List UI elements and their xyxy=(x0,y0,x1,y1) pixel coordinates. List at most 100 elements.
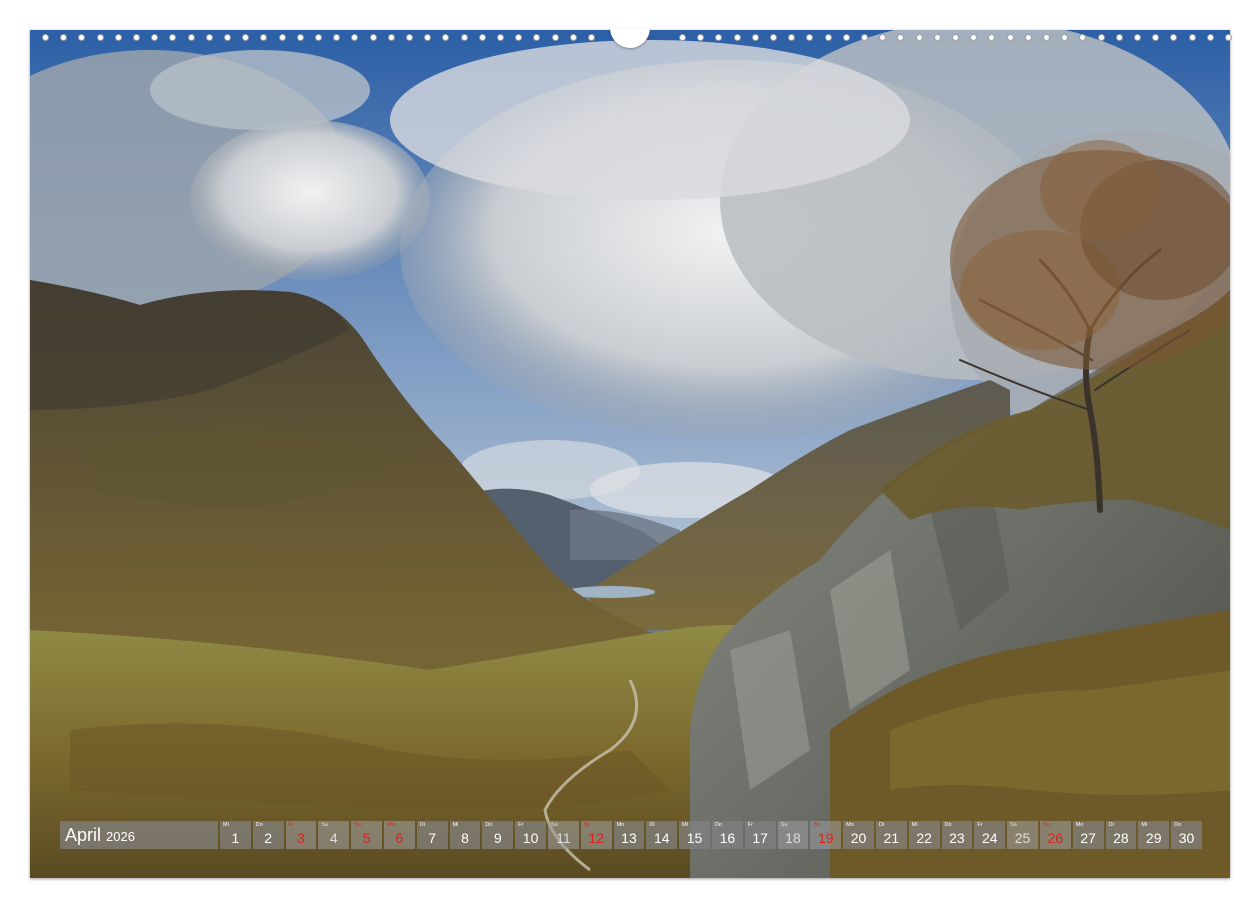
binding-hole xyxy=(569,34,577,41)
day-cell: So 19 xyxy=(810,821,842,849)
binding-hole xyxy=(897,34,905,41)
day-cell: Mo 20 xyxy=(843,821,874,849)
weekday-abbrev: Di xyxy=(419,822,425,828)
binding-hole xyxy=(114,34,122,41)
day-cell: Do 16 xyxy=(711,821,743,849)
binding-hole xyxy=(1188,34,1196,41)
binding-hole xyxy=(169,34,177,41)
weekday-abbrev: Mi xyxy=(223,822,229,828)
day-number: 24 xyxy=(981,830,998,846)
day-number: 1 xyxy=(231,830,240,846)
day-number: 17 xyxy=(752,830,768,846)
binding-hole xyxy=(1061,34,1069,41)
day-number: 27 xyxy=(1080,830,1096,846)
binding-hole xyxy=(806,34,814,41)
binding-hole xyxy=(1134,34,1141,41)
day-number: 30 xyxy=(1178,830,1195,846)
weekday-abbrev: Mi xyxy=(911,822,918,828)
day-number: 18 xyxy=(785,830,801,846)
day-number: 23 xyxy=(949,830,965,846)
binding-hole xyxy=(1152,34,1160,41)
day-cell: So 12 xyxy=(580,821,612,849)
day-cell: Di 14 xyxy=(646,821,678,849)
binding-hole xyxy=(1206,34,1214,41)
binding-hole xyxy=(861,34,868,41)
binding-hole xyxy=(442,34,450,41)
binding-hole xyxy=(133,34,140,41)
landscape-photo xyxy=(30,30,1230,878)
binding-hole xyxy=(1097,34,1105,41)
day-cell: Mo 27 xyxy=(1072,821,1104,849)
day-number: 4 xyxy=(329,830,338,846)
day-cell: Sa 4 xyxy=(318,821,350,849)
binding-hole xyxy=(42,34,49,41)
binding-hole xyxy=(296,34,304,41)
weekday-abbrev: Mo xyxy=(846,822,854,828)
binding-hole xyxy=(1115,34,1123,41)
day-cell: Sa 18 xyxy=(777,821,809,849)
day-cell: So 26 xyxy=(1039,821,1071,849)
binding-hole xyxy=(242,34,250,41)
day-number: 22 xyxy=(916,830,932,846)
day-number: 20 xyxy=(850,830,867,846)
binding-hole xyxy=(751,34,759,41)
day-cell: Fr 10 xyxy=(515,821,546,849)
day-cell: Do 23 xyxy=(941,821,973,849)
binding-hole xyxy=(788,34,796,41)
day-number: 19 xyxy=(817,830,834,846)
day-number: 13 xyxy=(621,830,637,846)
binding-hole xyxy=(1043,34,1050,41)
binding-hole xyxy=(933,34,941,41)
binding-hole xyxy=(715,34,723,41)
day-number: 28 xyxy=(1113,830,1129,846)
day-cell: Mo 6 xyxy=(383,821,415,849)
binding-hole xyxy=(515,34,523,41)
binding-hole xyxy=(478,34,486,41)
weekday-abbrev: Sa xyxy=(321,822,329,828)
weekday-abbrev: Di xyxy=(878,822,885,828)
day-cell: Di 21 xyxy=(875,821,907,849)
binding-hole xyxy=(770,34,777,41)
weekday-abbrev: So xyxy=(583,822,591,828)
binding-hole xyxy=(315,34,322,41)
binding-hole xyxy=(60,34,68,41)
binding-hole xyxy=(333,34,341,41)
binding-hole xyxy=(952,34,959,41)
weekday-abbrev: Mi xyxy=(452,822,459,828)
day-number: 15 xyxy=(686,830,703,846)
weekday-abbrev: So xyxy=(1042,822,1050,828)
day-number: 29 xyxy=(1145,830,1162,846)
binding-hole xyxy=(151,34,159,41)
weekday-abbrev: Do xyxy=(255,822,263,828)
binding-hole xyxy=(369,34,377,41)
binding-hole xyxy=(824,34,832,41)
binding-hole xyxy=(351,34,359,41)
day-number: 3 xyxy=(297,830,305,846)
month-name: April xyxy=(65,824,102,845)
binding-hole xyxy=(205,34,213,41)
weekday-abbrev: Sa xyxy=(1010,822,1017,828)
day-cell: Mi 8 xyxy=(449,821,481,849)
day-number: 11 xyxy=(556,830,571,846)
day-number: 12 xyxy=(588,830,604,846)
day-cell: Mi 1 xyxy=(220,821,251,849)
day-cell: Fr 24 xyxy=(974,821,1006,849)
weekday-abbrev: Fr xyxy=(977,822,983,828)
month-label-box: April 2026 xyxy=(60,821,218,849)
spiral-binding xyxy=(30,28,1232,48)
day-cell: Di 28 xyxy=(1105,821,1137,849)
binding-hole xyxy=(733,34,741,41)
binding-hole xyxy=(1006,34,1014,41)
day-number: 25 xyxy=(1014,830,1031,846)
weekday-abbrev: Di xyxy=(1108,822,1114,828)
day-number: 8 xyxy=(461,830,469,846)
day-number: 7 xyxy=(428,830,437,846)
day-cell: Di 7 xyxy=(416,821,448,849)
binding-hole xyxy=(588,34,595,41)
day-cell: Sa 25 xyxy=(1007,821,1038,849)
day-cell: Fr 3 xyxy=(285,821,317,849)
day-cell: Mi 29 xyxy=(1138,821,1170,849)
day-number: 6 xyxy=(395,830,404,846)
weekday-abbrev: Fr xyxy=(288,822,294,828)
weekday-abbrev: So xyxy=(354,822,361,828)
